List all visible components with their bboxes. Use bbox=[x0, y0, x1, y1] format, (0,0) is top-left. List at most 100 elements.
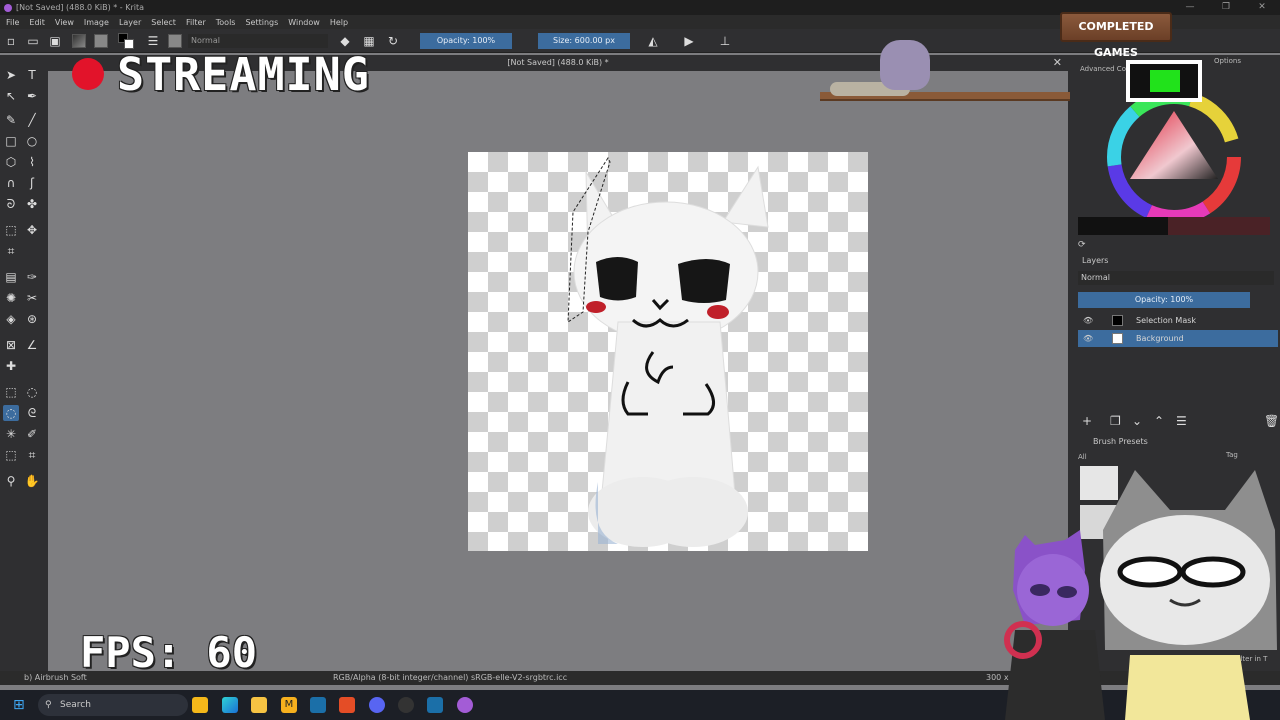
blend-mode-select[interactable]: Normal bbox=[188, 34, 328, 48]
rectangle-tool-icon[interactable]: □ bbox=[3, 133, 19, 149]
freehand-brush-icon[interactable]: ✎ bbox=[3, 112, 19, 128]
menu-select[interactable]: Select bbox=[151, 18, 176, 27]
color-wheel[interactable] bbox=[1068, 95, 1280, 265]
polygon-select-icon[interactable]: ᘓ bbox=[24, 405, 40, 421]
calligraphy-icon[interactable]: ✒ bbox=[24, 88, 40, 104]
gradient-swatch[interactable] bbox=[72, 34, 86, 48]
ellipse-tool-icon[interactable]: ○ bbox=[24, 133, 40, 149]
file-explorer-icon[interactable] bbox=[251, 697, 267, 713]
krita-taskbar-icon[interactable] bbox=[457, 697, 473, 713]
pan-tool-icon[interactable]: ✋ bbox=[24, 473, 40, 489]
menu-tools[interactable]: Tools bbox=[216, 18, 236, 27]
new-document-icon[interactable]: ▫ bbox=[4, 34, 18, 48]
live-indicator-icon bbox=[72, 58, 104, 90]
transform-tool-icon[interactable]: ⬚ bbox=[3, 222, 19, 238]
brush-editor-icon[interactable]: ☰ bbox=[146, 34, 160, 48]
taskbar-search-input[interactable]: ⚲ Search bbox=[38, 694, 188, 716]
eraser-icon[interactable]: ◆ bbox=[338, 34, 352, 48]
close-button[interactable]: ✕ bbox=[1244, 0, 1280, 15]
polyline-tool-icon[interactable]: ⌇ bbox=[24, 154, 40, 170]
layer-row[interactable]: 👁 Background bbox=[1078, 330, 1278, 347]
brave-icon[interactable] bbox=[339, 697, 355, 713]
menu-edit[interactable]: Edit bbox=[29, 18, 45, 27]
move-layer-up-icon[interactable]: ⌃ bbox=[1154, 414, 1164, 428]
menu-image[interactable]: Image bbox=[84, 18, 109, 27]
size-slider[interactable]: Size: 600.00 px bbox=[538, 33, 630, 49]
menu-view[interactable]: View bbox=[55, 18, 74, 27]
visibility-eye-icon[interactable]: 👁 bbox=[1083, 312, 1093, 329]
refresh-icon[interactable]: ⟳ bbox=[1078, 240, 1086, 250]
measure-tool-icon[interactable]: ∠ bbox=[24, 337, 40, 353]
layer-blend-mode-select[interactable]: Normal bbox=[1078, 271, 1274, 285]
menu-filter[interactable]: Filter bbox=[186, 18, 206, 27]
bezier-tool-icon[interactable]: ∩ bbox=[3, 175, 19, 191]
menu-file[interactable]: File bbox=[6, 18, 19, 27]
similar-select-icon[interactable]: ✐ bbox=[24, 426, 40, 442]
enclose-fill-icon[interactable]: ⊛ bbox=[24, 311, 40, 327]
copilot-icon[interactable] bbox=[222, 697, 238, 713]
add-layer-icon[interactable]: + bbox=[1082, 414, 1092, 428]
pattern-swatch[interactable] bbox=[94, 34, 108, 48]
menu-window[interactable]: Window bbox=[288, 18, 320, 27]
steam-icon[interactable] bbox=[310, 697, 326, 713]
layers-panel-title: Layers bbox=[1082, 256, 1109, 265]
smart-patch-icon[interactable]: ✂ bbox=[24, 290, 40, 306]
windows-start-icon[interactable]: ⊞ bbox=[13, 697, 29, 713]
save-icon[interactable]: ▣ bbox=[48, 34, 62, 48]
move-tool-icon[interactable]: ✥ bbox=[24, 222, 40, 238]
move-layer-down-icon[interactable]: ⌄ bbox=[1132, 414, 1142, 428]
menu-settings[interactable]: Settings bbox=[245, 18, 278, 27]
green-status-fill bbox=[1150, 70, 1180, 92]
crop-tool-icon[interactable]: ⌗ bbox=[3, 243, 19, 259]
zoom-tool-icon[interactable]: ⚲ bbox=[3, 473, 19, 489]
dynamic-brush-icon[interactable]: ᘐ bbox=[3, 196, 19, 212]
brush-preset-swatch[interactable] bbox=[168, 34, 182, 48]
mirror-horizontal-icon[interactable]: ◭ bbox=[646, 34, 660, 48]
layer-row[interactable]: 👁 Selection Mask bbox=[1078, 312, 1278, 329]
contiguous-select-icon[interactable]: ✳ bbox=[3, 426, 19, 442]
layer-opacity-slider[interactable]: Opacity: 100% bbox=[1078, 292, 1250, 308]
reload-preset-icon[interactable]: ↻ bbox=[386, 34, 400, 48]
layer-name: Selection Mask bbox=[1136, 316, 1197, 325]
rect-select-icon[interactable]: ⬚ bbox=[3, 384, 19, 400]
freehand-select-icon[interactable]: ◌ bbox=[3, 405, 19, 421]
ellipse-select-icon[interactable]: ◌ bbox=[24, 384, 40, 400]
opacity-slider[interactable]: Opacity: 100% bbox=[420, 33, 512, 49]
line-tool-icon[interactable]: ╱ bbox=[24, 112, 40, 128]
open-document-icon[interactable]: ▭ bbox=[26, 34, 40, 48]
fill-tool-icon[interactable]: ◈ bbox=[3, 311, 19, 327]
menu-help[interactable]: Help bbox=[330, 18, 348, 27]
assistant-tool-icon[interactable]: ⊠ bbox=[3, 337, 19, 353]
multibrush-icon[interactable]: ✤ bbox=[24, 196, 40, 212]
obs-icon[interactable] bbox=[398, 697, 414, 713]
magnetic-select-icon[interactable]: ⌗ bbox=[24, 447, 40, 463]
menu-layer[interactable]: Layer bbox=[119, 18, 141, 27]
gradient-tool-icon[interactable]: ▤ bbox=[3, 269, 19, 285]
delete-layer-icon[interactable]: 🗑 bbox=[1264, 414, 1279, 428]
close-document-icon[interactable]: ✕ bbox=[1053, 55, 1062, 71]
bezier-select-icon[interactable]: ⬚ bbox=[3, 447, 19, 463]
polygon-tool-icon[interactable]: ⬡ bbox=[3, 154, 19, 170]
wrap-around-icon[interactable]: ⊥ bbox=[718, 34, 732, 48]
artboard[interactable] bbox=[468, 152, 868, 551]
alpha-lock-icon[interactable]: ▦ bbox=[362, 34, 376, 48]
reference-tool-icon[interactable]: ✚ bbox=[3, 358, 19, 374]
app-m-icon[interactable]: M bbox=[281, 697, 297, 713]
discord-icon[interactable] bbox=[369, 697, 385, 713]
mirror-vertical-icon[interactable]: ▶ bbox=[682, 34, 696, 48]
widgets-icon[interactable] bbox=[192, 697, 208, 713]
freehand-path-icon[interactable]: ʃ bbox=[24, 175, 40, 191]
layer-properties-icon[interactable]: ☰ bbox=[1176, 414, 1187, 428]
duplicate-layer-icon[interactable]: ❐ bbox=[1110, 414, 1121, 428]
color-selector-options[interactable]: Options bbox=[1214, 57, 1241, 65]
krita-app-icon bbox=[4, 3, 12, 12]
edit-shapes-icon[interactable]: ↖ bbox=[3, 88, 19, 104]
visibility-eye-icon[interactable]: 👁 bbox=[1083, 330, 1093, 347]
color-picker-icon[interactable]: ✑ bbox=[24, 269, 40, 285]
colorize-mask-icon[interactable]: ✺ bbox=[3, 290, 19, 306]
steam-helper-icon[interactable] bbox=[427, 697, 443, 713]
select-shapes-icon[interactable]: ➤ bbox=[3, 67, 19, 83]
text-tool-icon[interactable]: T bbox=[24, 67, 40, 83]
maximize-button[interactable]: ❐ bbox=[1208, 0, 1244, 15]
minimize-button[interactable]: — bbox=[1172, 0, 1208, 15]
